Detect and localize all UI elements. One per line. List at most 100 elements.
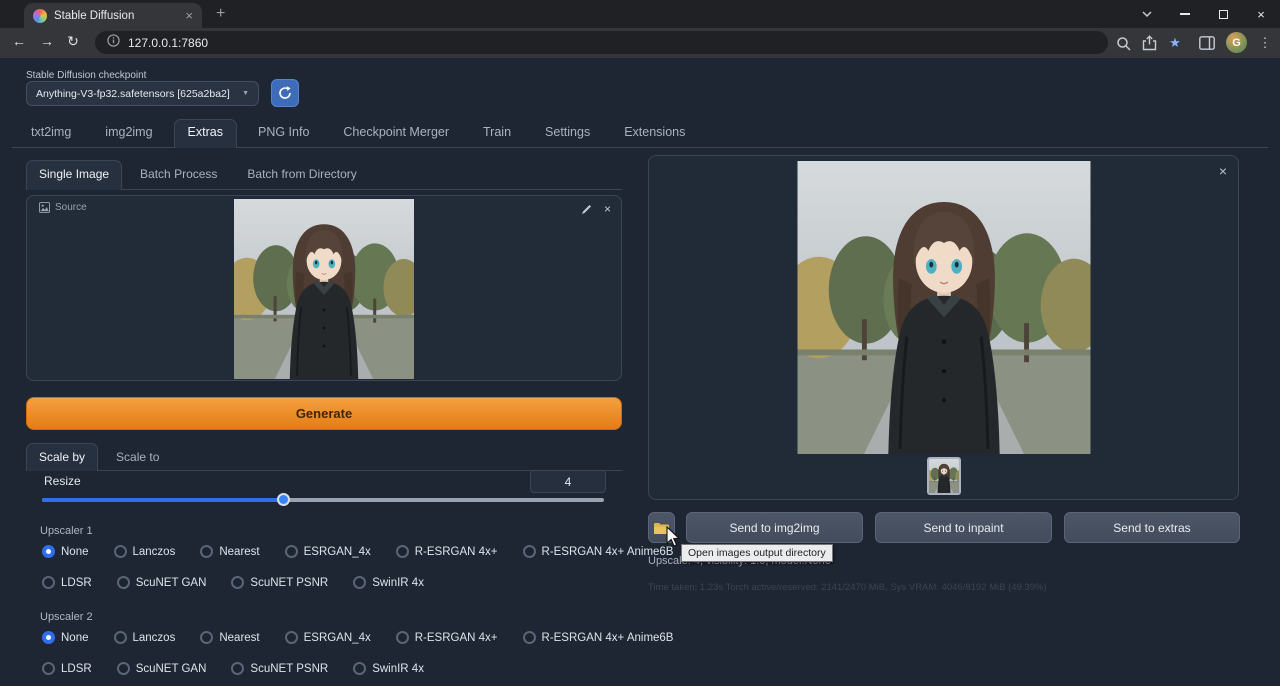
slider-fill [42,498,284,502]
radio-icon [42,576,55,589]
radio-icon [114,545,127,558]
radio-label: ScuNET GAN [136,663,207,675]
upscaler1-label: Upscaler 1 [40,525,93,537]
side-panel-icon[interactable] [1198,35,1216,51]
chevron-down-icon: ▼ [242,90,249,97]
tab-scale-to[interactable]: Scale to [104,443,171,470]
radio-scunet-psnr[interactable]: ScuNET PSNR [231,576,328,589]
address-bar[interactable]: 127.0.0.1:7860 [95,31,1108,54]
tab-scale-by[interactable]: Scale by [26,443,98,471]
send-to-img2img-button[interactable]: Send to img2img [686,512,863,543]
source-image-dropzone[interactable]: Source × [26,195,622,381]
site-info-icon[interactable] [107,34,120,52]
radio-icon [396,545,409,558]
radio-icon [285,631,298,644]
checkpoint-label: Stable Diffusion checkpoint [26,70,146,81]
back-button[interactable]: ← [8,33,30,53]
profile-avatar[interactable]: G [1226,32,1247,53]
upscaler2-label: Upscaler 2 [40,611,93,623]
radio-swinir-4x[interactable]: SwinIR 4x [353,662,424,675]
radio-ldsr[interactable]: LDSR [42,662,92,675]
refresh-checkpoint-button[interactable] [271,79,299,107]
avatar-letter: G [1232,37,1241,49]
gallery-thumbnail[interactable] [927,457,961,495]
radio-label: ScuNET PSNR [250,577,328,589]
radio-esrgan-4x[interactable]: ESRGAN_4x [285,545,371,558]
forward-button[interactable]: → [36,33,58,53]
checkpoint-value: Anything-V3-fp32.safetensors [625a2ba2] [36,88,230,100]
tab-extras[interactable]: Extras [174,119,237,148]
window-close-button[interactable]: × [1242,0,1280,28]
radio-selected-icon [42,631,55,644]
radio-esrgan-4x[interactable]: ESRGAN_4x [285,631,371,644]
gallery-close-icon[interactable]: × [1219,163,1227,179]
radio-label: LDSR [61,663,92,675]
window-maximize-button[interactable] [1204,0,1242,28]
checkpoint-dropdown[interactable]: Anything-V3-fp32.safetensors [625a2ba2] … [26,81,259,106]
radio-icon [114,631,127,644]
new-tab-button[interactable]: + [216,4,225,24]
upscaler1-options-row1: None Lanczos Nearest ESRGAN_4x R-ESRGAN … [42,545,673,558]
tab-txt2img[interactable]: txt2img [18,119,84,147]
radio-swinir-4x[interactable]: SwinIR 4x [353,576,424,589]
radio-scunet-psnr[interactable]: ScuNET PSNR [231,662,328,675]
resize-label: Resize [44,474,81,488]
radio-label: Nearest [219,546,259,558]
bookmark-star-icon[interactable]: ★ [1166,35,1184,51]
radio-scunet-gan[interactable]: ScuNET GAN [117,576,207,589]
output-gallery: × [648,155,1239,500]
radio-icon [231,576,244,589]
clear-image-icon[interactable]: × [604,202,611,216]
tab-batch-process[interactable]: Batch Process [128,160,229,189]
tab-batch-from-directory[interactable]: Batch from Directory [235,160,368,189]
tab-extensions[interactable]: Extensions [611,119,698,147]
radio-lanczos[interactable]: Lanczos [114,631,176,644]
generate-label: Generate [296,406,352,421]
tab-settings[interactable]: Settings [532,119,603,147]
extras-mode-tabs: Single Image Batch Process Batch from Di… [26,160,622,190]
window-controls: × [1128,0,1280,28]
radio-selected-icon [42,545,55,558]
browser-menu-icon[interactable]: ⋮ [1256,35,1274,51]
send-to-extras-button[interactable]: Send to extras [1064,512,1240,543]
radio-r-esrgan-anime6b[interactable]: R-ESRGAN 4x+ Anime6B [523,631,674,644]
radio-none[interactable]: None [42,631,89,644]
tab-train[interactable]: Train [470,119,524,147]
share-icon[interactable] [1140,35,1158,51]
slider-handle[interactable] [277,493,290,506]
tab-single-image[interactable]: Single Image [26,160,122,190]
radio-nearest[interactable]: Nearest [200,545,259,558]
generate-button[interactable]: Generate [26,397,622,430]
source-chip: Source [39,202,87,213]
radio-label: R-ESRGAN 4x+ [415,632,498,644]
tab-png-info[interactable]: PNG Info [245,119,322,147]
tab-checkpoint-merger[interactable]: Checkpoint Merger [330,119,462,147]
radio-icon [396,631,409,644]
tab-close-icon[interactable]: × [185,8,193,23]
radio-r-esrgan-4x[interactable]: R-ESRGAN 4x+ [396,631,498,644]
browser-tab[interactable]: Stable Diffusion × [24,3,202,28]
tab-search-chevron-icon[interactable] [1128,0,1166,28]
tab-title: Stable Diffusion [54,10,178,22]
edit-pencil-icon[interactable] [581,204,592,215]
radio-none[interactable]: None [42,545,89,558]
radio-scunet-gan[interactable]: ScuNET GAN [117,662,207,675]
radio-nearest[interactable]: Nearest [200,631,259,644]
zoom-icon[interactable] [1114,35,1132,51]
source-tools: × [581,202,611,216]
resize-number-input[interactable]: 4 [530,470,606,493]
image-icon [39,202,50,213]
radio-icon [200,631,213,644]
upscaler2-options-row2: LDSR ScuNET GAN ScuNET PSNR SwinIR 4x [42,662,424,675]
radio-label: Lanczos [133,632,176,644]
send-to-inpaint-button[interactable]: Send to inpaint [875,512,1052,543]
output-image[interactable] [797,161,1090,454]
radio-lanczos[interactable]: Lanczos [114,545,176,558]
tab-img2img[interactable]: img2img [92,119,165,147]
radio-r-esrgan-4x[interactable]: R-ESRGAN 4x+ [396,545,498,558]
resize-slider[interactable] [42,493,604,506]
upscaler2-options-row1: None Lanczos Nearest ESRGAN_4x R-ESRGAN … [42,631,673,644]
reload-button[interactable]: ↻ [62,33,84,53]
radio-ldsr[interactable]: LDSR [42,576,92,589]
window-minimize-button[interactable] [1166,0,1204,28]
